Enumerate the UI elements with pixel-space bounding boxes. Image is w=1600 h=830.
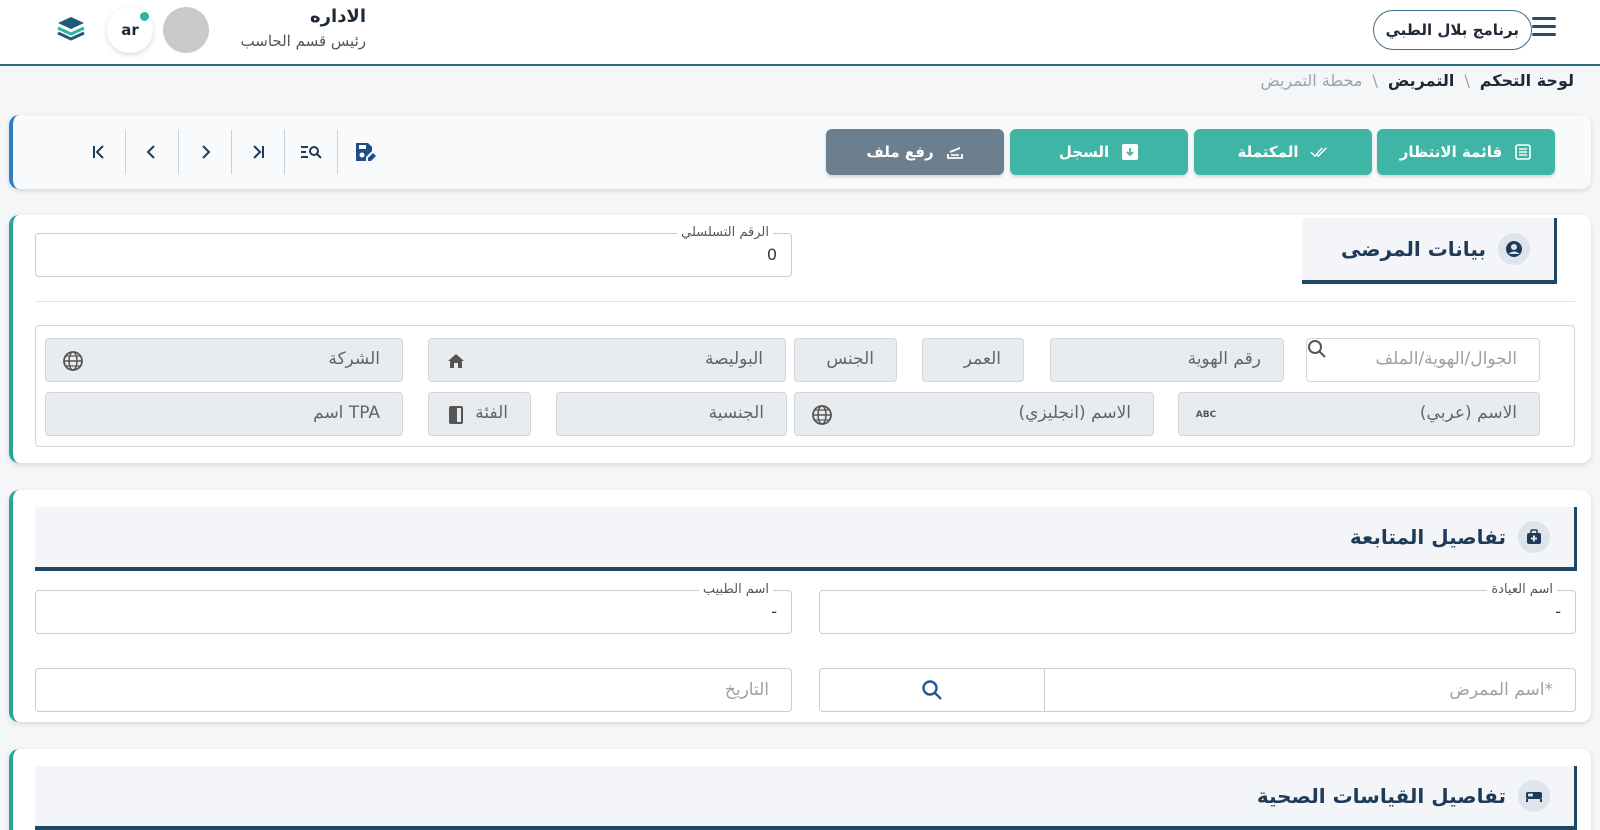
search-icon (922, 680, 942, 700)
patient-data-card: بيانات المرضى الرقم التسلسلي 0 الجوال/ال… (9, 215, 1591, 463)
breadcrumb-separator: \ (1464, 71, 1470, 90)
last-record-button[interactable] (232, 130, 285, 174)
double-check-icon (1310, 143, 1328, 161)
upload-file-label: رفع ملف (866, 143, 934, 161)
serial-number-label: الرقم التسلسلي (677, 225, 773, 240)
followup-tab[interactable]: تفاصيل المتابعة (35, 507, 1577, 571)
breadcrumb-separator: \ (1372, 71, 1378, 90)
followup-title: تفاصيل المتابعة (1349, 525, 1506, 549)
save-edit-icon (355, 143, 376, 161)
breadcrumb-dashboard[interactable]: لوحة التحكم (1480, 71, 1574, 90)
id-number-field[interactable]: رقم الهوية (1050, 338, 1284, 382)
nurse-search-button[interactable] (820, 669, 1045, 711)
app-name-button[interactable]: برنامج بلال الطبي (1372, 10, 1532, 50)
list-search-icon (301, 146, 322, 159)
nationality-label: الجنسية (708, 403, 764, 423)
layers-logo-icon[interactable] (56, 14, 86, 44)
user-circle-icon (1498, 233, 1530, 265)
text-abc-icon: ABC (1195, 410, 1217, 420)
policy-label: البوليصة (705, 349, 763, 369)
hamburger-menu-icon[interactable] (1532, 17, 1556, 39)
record-button[interactable]: السجل (1010, 129, 1188, 175)
doctor-name-value: - (771, 602, 777, 621)
company-label: الشركة (328, 349, 380, 369)
first-icon (93, 145, 104, 159)
user-name: الاداره (310, 6, 366, 27)
patient-info-box: الجوال/الهوية/الملف رقم الهوية العمر الج… (35, 325, 1575, 447)
action-toolbar: قائمة الانتظار المكتملة السجل رفع ملف (9, 115, 1591, 189)
tpa-name-field[interactable]: اسم TPA (45, 392, 403, 436)
category-label: الفئة (475, 403, 508, 423)
avatar[interactable] (163, 7, 209, 53)
completed-button[interactable]: المكتملة (1194, 129, 1372, 175)
bed-icon (1518, 780, 1550, 812)
breadcrumb-nursing[interactable]: التمريض (1388, 71, 1455, 90)
record-label: السجل (1058, 143, 1110, 161)
upload-icon (946, 143, 964, 161)
search-icon[interactable] (1307, 340, 1327, 363)
followup-card: تفاصيل المتابعة اسم العيادة - اسم الطبيب… (9, 490, 1591, 722)
doctor-name-field[interactable]: اسم الطبيب - (35, 582, 792, 634)
first-record-button[interactable] (73, 130, 126, 174)
category-field[interactable]: الفئة (428, 392, 531, 436)
age-label: العمر (963, 349, 1001, 369)
medical-bag-icon (1518, 521, 1550, 553)
home-icon (445, 350, 467, 372)
patient-data-tab[interactable]: بيانات المرضى (1302, 218, 1557, 284)
chevron-left-icon (146, 145, 155, 159)
card-icon (445, 404, 467, 426)
clinic-name-value: - (1555, 602, 1561, 621)
serial-number-value: 0 (766, 245, 777, 264)
tpa-name-label: اسم TPA (313, 403, 380, 423)
globe-icon (62, 350, 84, 372)
previous-record-button[interactable] (126, 130, 179, 174)
top-header: برنامج بلال الطبي الاداره رئيس قسم الحاس… (0, 0, 1600, 66)
nationality-field[interactable]: الجنسية (556, 392, 787, 436)
search-records-button[interactable] (285, 130, 338, 174)
section-divider (35, 301, 1575, 302)
list-icon (1514, 143, 1532, 161)
online-status-dot (140, 12, 149, 21)
last-icon (253, 145, 264, 159)
breadcrumb-nursing-station: محطة التمريض (1260, 71, 1363, 90)
gender-field[interactable]: الجنس (794, 338, 897, 382)
nurse-name-placeholder: اسم الممرض* (1449, 680, 1553, 700)
clinic-name-label: اسم العيادة (1487, 582, 1557, 597)
policy-field[interactable]: البوليصة (428, 338, 786, 382)
clinic-name-field[interactable]: اسم العيادة - (819, 582, 1576, 634)
vitals-title: تفاصيل القياسات الصحية (1256, 784, 1506, 808)
name-arabic-label: الاسم (عربي) (1419, 403, 1517, 423)
archive-icon (1121, 143, 1139, 161)
completed-label: المكتملة (1237, 143, 1299, 161)
date-field[interactable]: التاريخ (35, 668, 792, 712)
next-record-button[interactable] (179, 130, 232, 174)
record-navigation (73, 129, 391, 175)
upload-file-button[interactable]: رفع ملف (826, 129, 1004, 175)
gender-label: الجنس (826, 349, 874, 369)
date-placeholder: التاريخ (724, 680, 769, 700)
patient-search-placeholder: الجوال/الهوية/الملف (1375, 349, 1517, 369)
vitals-card: تفاصيل القياسات الصحية (9, 749, 1591, 830)
vitals-tab[interactable]: تفاصيل القياسات الصحية (35, 766, 1577, 830)
serial-number-field[interactable]: الرقم التسلسلي 0 (35, 225, 792, 277)
waiting-list-label: قائمة الانتظار (1399, 143, 1503, 161)
globe-icon (811, 404, 833, 426)
age-field[interactable]: العمر (922, 338, 1024, 382)
waiting-list-button[interactable]: قائمة الانتظار (1377, 129, 1555, 175)
breadcrumb: لوحة التحكم \ التمريض \ محطة التمريض (1260, 71, 1574, 90)
doctor-name-label: اسم الطبيب (698, 582, 773, 597)
patient-data-title: بيانات المرضى (1340, 237, 1486, 261)
nurse-name-field[interactable]: اسم الممرض* (819, 668, 1576, 712)
name-arabic-field[interactable]: الاسم (عربي) ABC (1178, 392, 1540, 436)
patient-search-input[interactable]: الجوال/الهوية/الملف (1306, 338, 1540, 382)
user-role: رئيس قسم الحاسب (240, 32, 366, 50)
id-number-label: رقم الهوية (1187, 349, 1261, 369)
name-english-label: الاسم (انجليزي) (1018, 403, 1131, 423)
name-english-field[interactable]: الاسم (انجليزي) (794, 392, 1154, 436)
chevron-right-icon (202, 145, 211, 159)
company-field[interactable]: الشركة (45, 338, 403, 382)
save-edit-button[interactable] (338, 130, 391, 174)
